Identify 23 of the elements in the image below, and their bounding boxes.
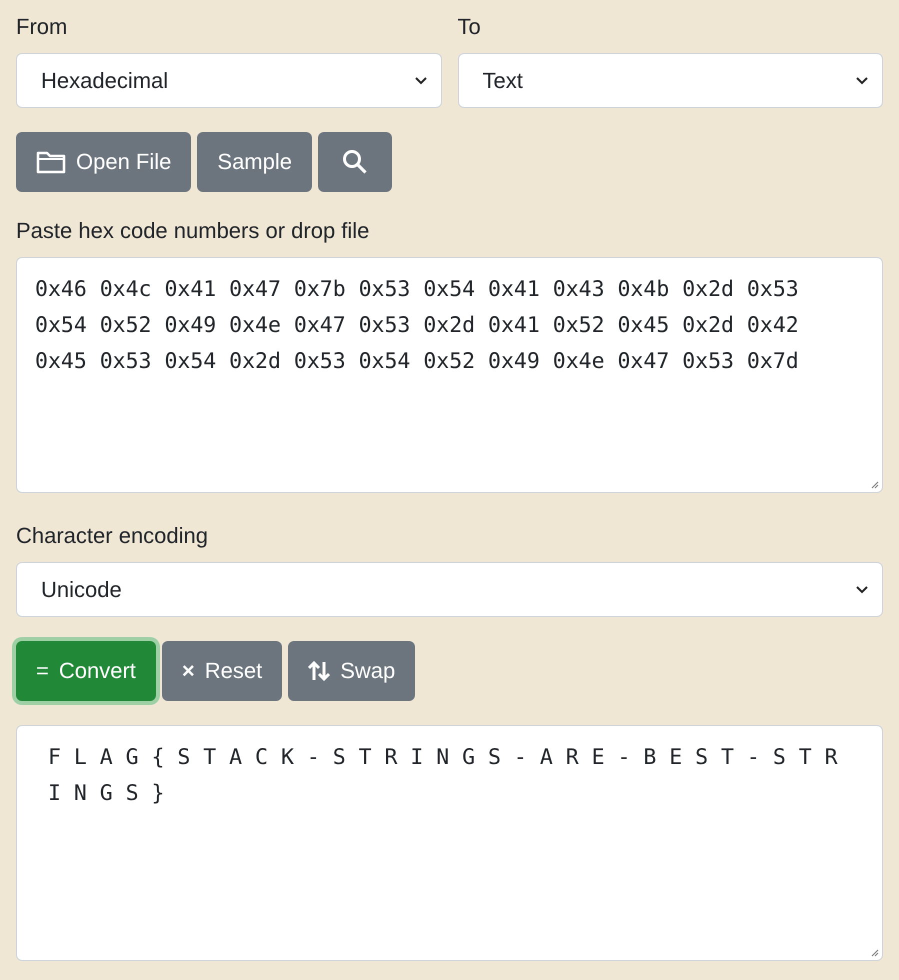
swap-icon [308, 660, 330, 682]
swap-button[interactable]: Swap [288, 641, 416, 701]
chevron-icon [856, 76, 868, 84]
search-button[interactable] [318, 132, 392, 192]
resize-grip-icon [869, 947, 879, 957]
hex-input-field[interactable]: 0x46 0x4c 0x41 0x47 0x7b 0x53 0x54 0x41 0x43 0x4b 0x2d 0x53 0x54 0x52 0x49 0x4e 0x47 0x53 0x2d 0x41 0x52 0x45 0x2d 0x42 0x45 0x53 0x54 0x2d 0x53 0x54 0x52 0x49 0x4e 0x47 0x53 0x7d [16, 257, 883, 493]
from-label: From [16, 14, 68, 40]
input-label: Paste hex code numbers or drop file [16, 218, 370, 244]
resize-grip-icon [869, 479, 879, 489]
folder-icon [36, 150, 66, 174]
reset-button[interactable]: × Reset [162, 641, 282, 701]
to-label: To [458, 14, 481, 40]
to-select[interactable]: Text [458, 53, 883, 108]
open-file-button[interactable]: Open File [16, 132, 192, 192]
output-field[interactable]: F L A G { S T A C K - S T R I N G S - A R E - B E S T - S T R I N G S } [16, 725, 883, 961]
from-select[interactable]: Hexadecimal [16, 53, 442, 108]
chevron-icon [414, 76, 426, 84]
encoding-label: Character encoding [16, 523, 208, 549]
encoding-select[interactable]: Unicode [16, 562, 883, 617]
sample-button[interactable]: Sample [197, 132, 312, 192]
convert-button[interactable]: = Convert [16, 641, 156, 701]
search-icon [342, 149, 368, 175]
chevron-icon [856, 586, 868, 594]
